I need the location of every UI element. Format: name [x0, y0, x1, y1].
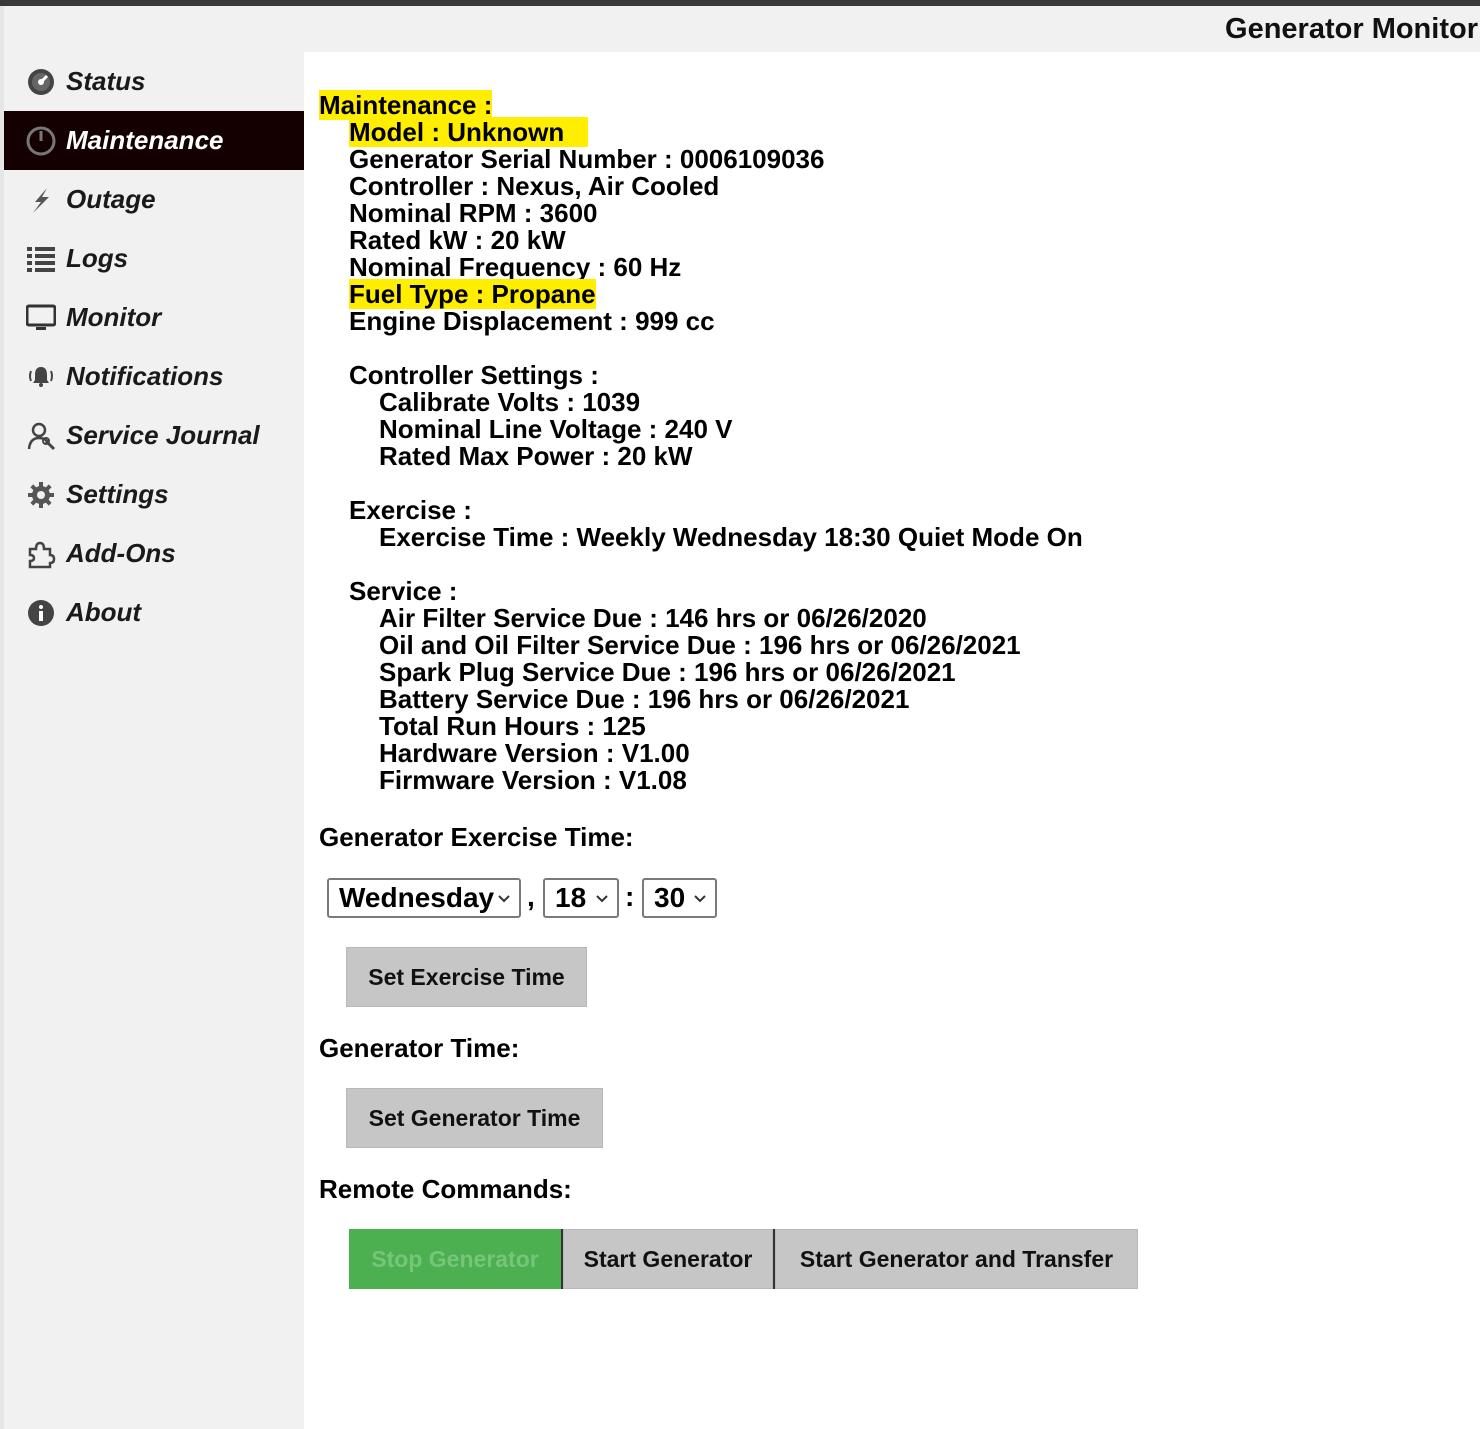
sidebar-item-status[interactable]: Status	[4, 52, 304, 111]
maintenance-heading: Maintenance :	[319, 90, 493, 120]
gauge-icon	[26, 67, 56, 97]
hour-select-value: 18	[555, 882, 587, 913]
start-generator-button[interactable]: Start Generator	[563, 1229, 773, 1289]
rpm-line: Nominal RPM : 3600	[349, 198, 598, 228]
day-select[interactable]: Wednesday	[327, 878, 521, 918]
header-bar: Generator Monitor	[4, 6, 1480, 52]
service-heading: Service :	[349, 576, 458, 606]
battery-line: Battery Service Due : 196 hrs or 06/26/2…	[379, 684, 910, 714]
displacement-line: Engine Displacement : 999 cc	[349, 306, 715, 336]
spark-plug-line: Spark Plug Service Due : 196 hrs or 06/2…	[379, 657, 956, 687]
minute-select-value: 30	[654, 882, 686, 913]
day-select-value: Wednesday	[339, 882, 495, 913]
sidebar-item-label: Service Journal	[66, 420, 260, 450]
info-icon	[26, 598, 56, 628]
exercise-heading: Exercise :	[349, 495, 472, 525]
lightning-icon	[26, 185, 56, 215]
rated-kw-line: Rated kW : 20 kW	[349, 225, 566, 255]
sidebar-item-settings[interactable]: Settings	[4, 465, 304, 524]
start-generator-transfer-button[interactable]: Start Generator and Transfer	[775, 1229, 1138, 1289]
run-hours-line: Total Run Hours : 125	[379, 711, 646, 741]
sidebar-item-label: Logs	[66, 243, 129, 273]
oil-filter-line: Oil and Oil Filter Service Due : 196 hrs…	[379, 630, 1021, 660]
frequency-line: Nominal Frequency : 60 Hz	[349, 252, 682, 282]
sidebar-item-label: Settings	[66, 479, 169, 509]
bell-icon	[26, 362, 56, 392]
max-power-line: Rated Max Power : 20 kW	[379, 441, 693, 471]
chevron-down-icon	[498, 895, 510, 903]
set-generator-time-button[interactable]: Set Generator Time	[346, 1088, 603, 1148]
exercise-time-heading: Generator Exercise Time:	[319, 822, 634, 852]
sidebar-item-service-journal[interactable]: Service Journal	[4, 406, 304, 465]
stop-generator-button[interactable]: Stop Generator	[349, 1229, 561, 1289]
sidebar-item-label: Monitor	[66, 302, 162, 332]
fuel-type-line: Fuel Type : Propane	[349, 279, 596, 309]
chevron-down-icon	[596, 895, 608, 903]
sidebar-item-logs[interactable]: Logs	[4, 229, 304, 288]
sidebar-item-outage[interactable]: Outage	[4, 170, 304, 229]
serial-line: Generator Serial Number : 0006109036	[349, 144, 825, 174]
line-voltage-line: Nominal Line Voltage : 240 V	[379, 414, 733, 444]
day-hour-separator: ,	[527, 881, 535, 912]
power-icon	[26, 126, 56, 156]
sidebar-item-label: Add-Ons	[66, 538, 176, 568]
puzzle-icon	[26, 539, 56, 569]
app-title: Generator Monitor	[1225, 13, 1478, 45]
model-line: Model : Unknown	[319, 117, 1469, 147]
sidebar-item-label: About	[66, 597, 142, 627]
remote-commands-heading: Remote Commands:	[319, 1174, 572, 1204]
sidebar-item-notifications[interactable]: Notifications	[4, 347, 304, 406]
list-icon	[26, 244, 56, 274]
hardware-version-line: Hardware Version : V1.00	[379, 738, 690, 768]
sidebar-item-label: Outage	[66, 184, 156, 214]
generator-time-heading: Generator Time:	[319, 1033, 520, 1063]
hour-select[interactable]: 18	[543, 878, 619, 918]
sidebar-item-label: Maintenance	[66, 125, 224, 155]
mechanic-icon	[26, 421, 56, 451]
sidebar-item-label: Status	[66, 66, 146, 96]
sidebar-item-add-ons[interactable]: Add-Ons	[4, 524, 304, 583]
maintenance-details: Maintenance : Model : Unknown Generator …	[319, 90, 1469, 795]
sidebar-item-label: Notifications	[66, 361, 224, 391]
controller-settings-heading: Controller Settings :	[349, 360, 599, 390]
sidebar: Status Maintenance Outage Logs Monitor N…	[4, 52, 304, 1429]
chevron-down-icon	[694, 895, 706, 903]
hour-minute-separator: :	[625, 881, 635, 912]
sidebar-item-maintenance[interactable]: Maintenance	[4, 111, 304, 170]
calibrate-volts-line: Calibrate Volts : 1039	[379, 387, 641, 417]
firmware-version-line: Firmware Version : V1.08	[379, 765, 687, 795]
minute-select[interactable]: 30	[642, 878, 717, 918]
gear-icon	[26, 480, 56, 510]
sidebar-item-monitor[interactable]: Monitor	[4, 288, 304, 347]
set-exercise-time-button[interactable]: Set Exercise Time	[346, 947, 587, 1007]
exercise-time-line: Exercise Time : Weekly Wednesday 18:30 Q…	[379, 522, 1083, 552]
controller-line: Controller : Nexus, Air Cooled	[349, 171, 720, 201]
sidebar-item-about[interactable]: About	[4, 583, 304, 642]
air-filter-line: Air Filter Service Due : 146 hrs or 06/2…	[379, 603, 927, 633]
monitor-icon	[26, 303, 56, 333]
